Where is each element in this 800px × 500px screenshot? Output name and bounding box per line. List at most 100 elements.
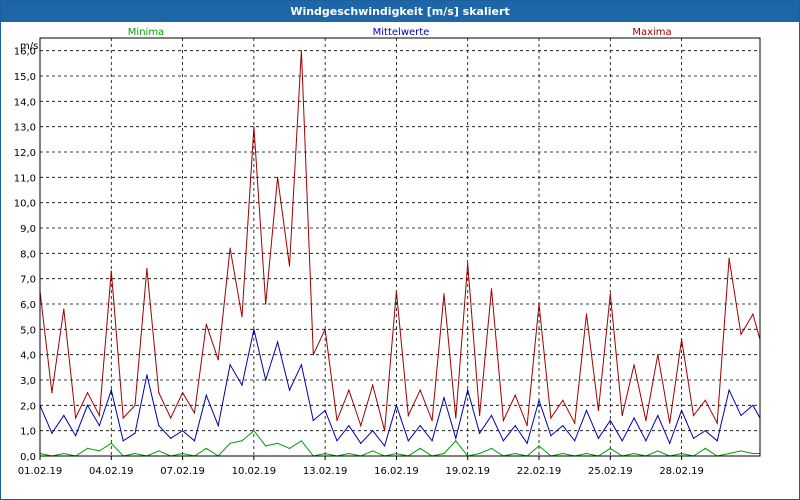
data-point-maxima xyxy=(241,316,243,318)
data-point-maxima xyxy=(372,384,374,386)
data-point-maxima xyxy=(479,414,481,417)
data-point-mittelwerte xyxy=(692,437,695,439)
series-line-minima xyxy=(39,429,760,457)
data-point-maxima xyxy=(181,392,184,394)
data-point-maxima xyxy=(657,354,659,356)
data-point-minima xyxy=(265,445,267,447)
data-point-mittelwerte xyxy=(514,425,516,427)
y-tick-label: 11,0 xyxy=(14,173,36,184)
data-point-maxima xyxy=(98,414,101,417)
data-point-minima xyxy=(609,447,611,449)
grid xyxy=(39,38,760,457)
x-tick-label: 01.02.19 xyxy=(18,466,63,477)
data-point-mittelwerte xyxy=(419,425,421,427)
data-point-mittelwerte xyxy=(63,414,65,417)
data-point-maxima xyxy=(51,392,53,394)
data-point-maxima xyxy=(621,414,623,417)
data-point-minima xyxy=(562,452,564,455)
data-point-minima xyxy=(740,450,742,452)
data-point-mittelwerte xyxy=(372,430,374,432)
data-point-minima xyxy=(455,440,457,442)
data-point-maxima xyxy=(146,267,148,270)
data-point-mittelwerte xyxy=(288,389,291,391)
data-point-maxima xyxy=(170,417,172,419)
data-point-maxima xyxy=(574,422,576,424)
data-point-minima xyxy=(633,452,635,455)
data-point-mittelwerte xyxy=(253,328,255,330)
data-point-minima xyxy=(479,452,481,455)
data-point-mittelwerte xyxy=(752,404,754,406)
data-point-mittelwerte xyxy=(538,399,540,401)
data-point-mittelwerte xyxy=(324,409,326,411)
data-point-maxima xyxy=(538,303,540,305)
plot-frame xyxy=(39,37,761,457)
data-point-maxima xyxy=(633,364,635,366)
data-point-maxima xyxy=(443,293,445,295)
data-point-mittelwerte xyxy=(585,409,588,411)
data-point-mittelwerte xyxy=(680,409,683,411)
data-point-mittelwerte xyxy=(312,419,314,422)
data-point-mittelwerte xyxy=(348,425,350,427)
data-point-mittelwerte xyxy=(383,445,386,447)
data-point-mittelwerte xyxy=(395,404,398,406)
legend-maxima: Maxima xyxy=(632,27,671,38)
data-point-mittelwerte xyxy=(633,417,635,419)
data-point-mittelwerte xyxy=(205,394,207,396)
data-point-mittelwerte xyxy=(146,374,148,376)
data-point-mittelwerte xyxy=(134,432,136,434)
data-point-minima xyxy=(288,447,291,449)
data-point-minima xyxy=(372,450,374,452)
x-tick-label: 13.02.19 xyxy=(303,466,348,477)
y-tick-label: 2,0 xyxy=(20,401,36,412)
data-point-maxima xyxy=(407,414,409,417)
data-point-minima xyxy=(514,452,516,455)
y-tick-label: 1,0 xyxy=(20,427,36,438)
y-tick-label: 0,0 xyxy=(20,452,36,463)
data-point-maxima xyxy=(205,323,207,325)
data-point-mittelwerte xyxy=(574,440,576,442)
data-point-maxima xyxy=(716,422,718,424)
data-point-minima xyxy=(98,450,101,452)
data-point-mittelwerte xyxy=(75,435,77,437)
data-point-minima xyxy=(704,447,706,449)
y-tick-label: 14,0 xyxy=(14,97,36,108)
data-point-maxima xyxy=(110,270,112,272)
data-point-minima xyxy=(443,452,445,455)
data-point-mittelwerte xyxy=(526,442,528,444)
data-point-mittelwerte xyxy=(265,379,267,381)
data-point-maxima xyxy=(383,430,386,432)
y-tick-label: 12,0 xyxy=(14,148,36,159)
data-point-maxima xyxy=(728,257,730,259)
y-tick-label: 5,0 xyxy=(20,325,36,336)
data-point-minima xyxy=(490,447,493,449)
y-axis-label: m/s xyxy=(20,41,38,52)
data-point-mittelwerte xyxy=(181,430,184,432)
data-point-maxima xyxy=(645,419,647,422)
data-point-mittelwerte xyxy=(479,432,481,434)
y-tick-label: 15,0 xyxy=(14,72,36,83)
data-point-maxima xyxy=(134,404,136,406)
data-point-maxima xyxy=(704,399,706,401)
data-point-maxima xyxy=(75,417,77,419)
x-tick-label: 04.02.19 xyxy=(89,466,134,477)
data-point-maxima xyxy=(288,265,291,267)
data-point-minima xyxy=(348,452,350,455)
data-point-maxima xyxy=(467,262,469,265)
data-point-maxima xyxy=(680,338,683,341)
data-point-maxima xyxy=(490,288,493,290)
data-point-minima xyxy=(657,450,659,452)
y-tick-label: 6,0 xyxy=(20,300,36,311)
data-point-maxima xyxy=(360,425,362,427)
data-point-maxima xyxy=(336,419,338,422)
data-point-mittelwerte xyxy=(716,440,718,442)
data-point-maxima xyxy=(455,417,457,419)
data-point-mittelwerte xyxy=(158,425,160,427)
data-point-maxima xyxy=(502,419,504,422)
data-point-maxima xyxy=(562,399,564,401)
data-point-maxima xyxy=(229,247,231,249)
data-point-minima xyxy=(253,430,255,432)
data-point-mittelwerte xyxy=(502,440,504,442)
data-point-maxima xyxy=(253,126,255,128)
data-point-mittelwerte xyxy=(170,437,172,439)
data-point-minima xyxy=(324,452,326,455)
